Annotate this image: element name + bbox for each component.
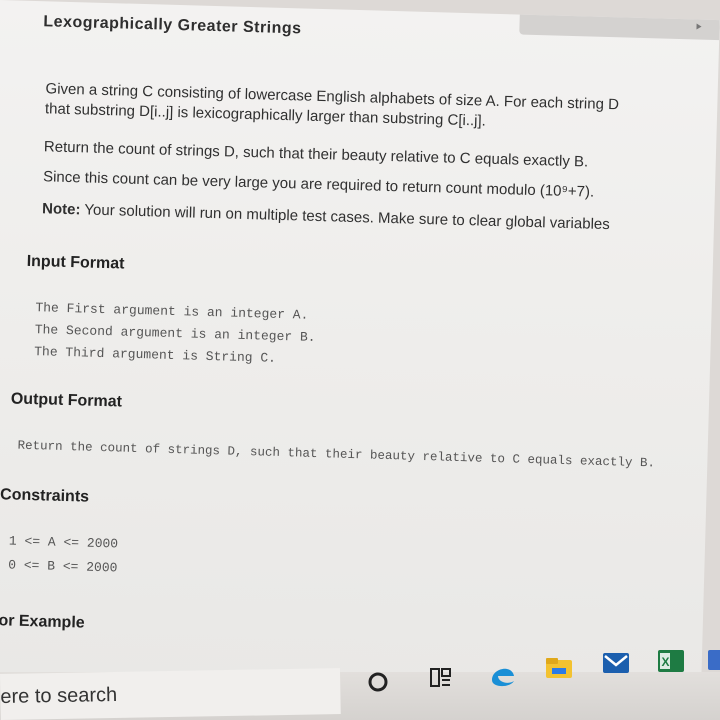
mail-icon[interactable] [600, 648, 634, 678]
description-line-3: Return the count of strings D, such that… [43, 138, 589, 171]
input-format-heading: Input Format [26, 252, 125, 273]
description-line-4: Since this count can be very large you a… [42, 168, 595, 201]
excel-icon[interactable]: X [654, 646, 688, 676]
browser-tab-strip[interactable] [519, 8, 720, 41]
description-note: Note: Your solution will run on multiple… [41, 200, 610, 234]
task-view-icon[interactable] [428, 666, 454, 690]
taskbar-search-box[interactable]: ere to search [0, 668, 341, 720]
cortana-icon[interactable] [366, 670, 390, 694]
page-title: Lexographically Greater Strings [43, 13, 302, 38]
example-heading: For Example [0, 611, 85, 632]
edge-icon[interactable] [486, 660, 520, 690]
app-icon[interactable] [704, 644, 720, 674]
output-format-heading: Output Format [10, 390, 123, 411]
search-placeholder[interactable]: ere to search [0, 684, 117, 709]
constraint-line-2: 0 <= B <= 2000 [8, 557, 118, 576]
output-format-line: Return the count of strings D, such that… [17, 438, 656, 471]
file-explorer-icon[interactable] [544, 654, 576, 682]
constraints-heading: Constraints [0, 486, 90, 506]
svg-text:X: X [662, 655, 670, 669]
problem-page: Lexographically Greater Strings Given a … [0, 0, 720, 700]
play-icon[interactable] [696, 23, 702, 30]
constraint-line-1: 1 <= A <= 2000 [8, 533, 119, 552]
